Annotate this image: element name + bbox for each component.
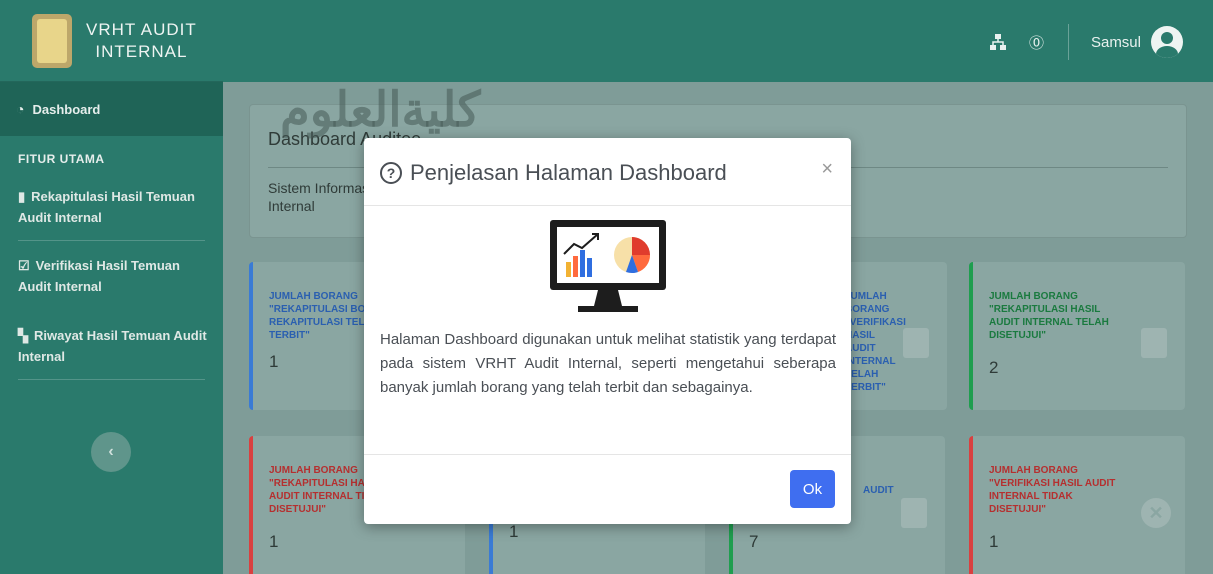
modal-dialog: ? Penjelasan Halaman Dashboard × Halaman… (364, 138, 851, 524)
sidebar-item-verifikasi[interactable]: ☑ Verifikasi Hasil Temuan Audit Internal (0, 255, 223, 297)
stat-label: JUMLAH BORANG "REKAPITULASI HASIL AUDIT … (989, 291, 1109, 341)
sidebar-item-riwayat[interactable]: ▚ Riwayat Hasil Temuan Audit Internal (0, 325, 223, 367)
sitemap-icon[interactable] (989, 33, 1007, 51)
stat-label: JUMLAH BORANG "VERIFIKASI HASIL AUDIT IN… (845, 291, 906, 393)
brand-line1: VRHT AUDIT (86, 19, 197, 39)
sidebar-divider (18, 240, 205, 241)
check-square-icon: ☑ (18, 258, 30, 273)
brand-title: VRHT AUDIT INTERNAL (86, 19, 197, 63)
modal-title-text: Penjelasan Halaman Dashboard (410, 160, 727, 185)
calendar-check-icon (1141, 328, 1167, 358)
modal-footer: Ok (364, 454, 851, 524)
university-logo (32, 13, 72, 68)
sidebar: VRHT AUDIT INTERNAL ◔ Dashboard FITUR UT… (0, 0, 223, 574)
sidebar-item-label: Verifikasi Hasil Temuan Audit Internal (18, 258, 180, 294)
dashboard-chart-icon (550, 220, 666, 312)
times-circle-icon: ✕ (1141, 498, 1171, 528)
modal-body-text: Halaman Dashboard digunakan untuk meliha… (380, 331, 836, 396)
stat-value: 1 (269, 352, 279, 371)
modal-title: ? Penjelasan Halaman Dashboard (380, 160, 727, 186)
user-name[interactable]: Samsul (1091, 34, 1141, 51)
sidebar-item-dashboard[interactable]: ◔ Dashboard (0, 82, 223, 136)
stat-label: AUDIT (863, 485, 894, 496)
clipboard-icon: ▮ (18, 189, 26, 204)
dashboard-icon: ◔ (16, 101, 25, 117)
brand[interactable]: VRHT AUDIT INTERNAL (0, 0, 223, 82)
topbar-divider (1067, 24, 1069, 60)
sidebar-item-label: Rekapitulasi Hasil Temuan Audit Internal (18, 189, 195, 225)
copy-icon: ▚ (18, 328, 28, 343)
sidebar-section-title: FITUR UTAMA (18, 152, 105, 166)
brand-line2: INTERNAL (95, 41, 188, 61)
clipboard-check-icon (901, 498, 927, 528)
stat-value: 1 (509, 522, 519, 541)
stat-card: JUMLAH BORANG "REKAPITULASI HASIL AUDIT … (969, 262, 1185, 410)
modal-header: ? Penjelasan Halaman Dashboard × (364, 138, 851, 206)
user-avatar-icon[interactable] (1151, 26, 1183, 58)
help-icon[interactable]: ⓪ (1029, 32, 1044, 53)
stat-value: 7 (749, 532, 759, 551)
stat-value: 1 (269, 532, 279, 551)
sidebar-item-rekapitulasi[interactable]: ▮ Rekapitulasi Hasil Temuan Audit Interna… (0, 186, 223, 228)
stat-value: 2 (989, 358, 999, 377)
sidebar-item-label: Dashboard (32, 101, 101, 117)
topbar: ⓪ Samsul (223, 0, 1213, 82)
sidebar-collapse-button[interactable]: ‹ (91, 432, 131, 472)
clipboard-icon (903, 328, 929, 358)
sidebar-divider (18, 379, 205, 380)
stat-value: 1 (989, 532, 999, 551)
watermark: كليةالعلوم (280, 84, 481, 137)
sidebar-item-label: Riwayat Hasil Temuan Audit Internal (18, 328, 207, 364)
stat-label: JUMLAH BORANG "VERIFIKASI HASIL AUDIT IN… (989, 465, 1116, 515)
stat-card: JUMLAH BORANG "VERIFIKASI HASIL AUDIT IN… (969, 436, 1185, 574)
question-icon: ? (380, 162, 402, 184)
close-icon[interactable]: × (821, 158, 833, 181)
ok-button[interactable]: Ok (790, 470, 835, 508)
